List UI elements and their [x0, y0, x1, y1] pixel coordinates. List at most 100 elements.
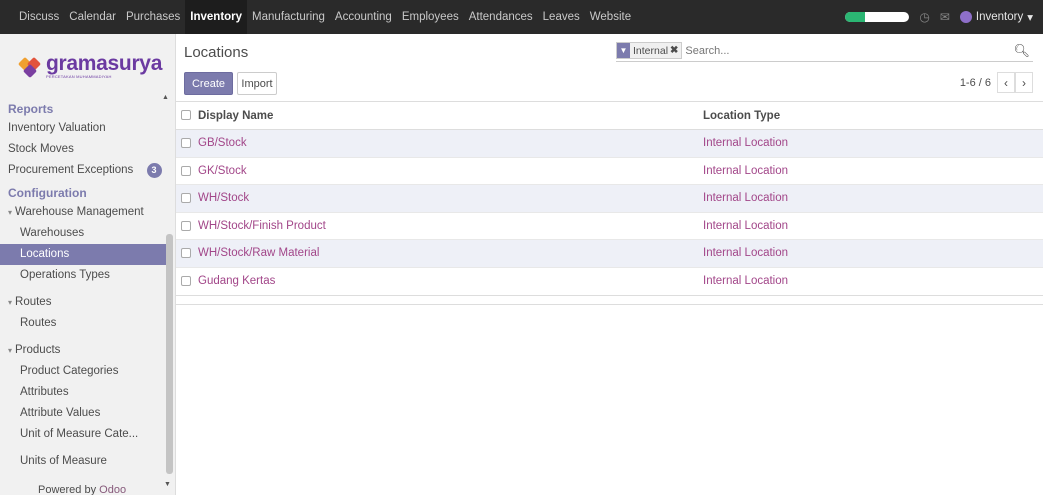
sidebar-item-routes[interactable]: Routes — [0, 313, 170, 334]
user-menu[interactable]: Inventory ▾ — [959, 10, 1033, 24]
pager: 1-6 / 6 ‹ › — [960, 72, 1033, 93]
scroll-down-icon[interactable]: ▼ — [164, 481, 171, 488]
sidebar: gramasurya PERCETAKAN MUHAMMADIYAH ▲ Rep… — [0, 34, 176, 495]
search-input[interactable] — [685, 41, 1014, 60]
progress-fill — [845, 12, 865, 22]
sidebar-item-uom-categories[interactable]: Unit of Measure Cate... — [0, 424, 170, 445]
table-row[interactable]: WH/Stock/Raw Material Internal Location — [176, 239, 1043, 267]
cell-location-type[interactable]: Internal Location — [703, 156, 1043, 185]
cell-display-name[interactable]: WH/Stock/Finish Product — [198, 211, 703, 240]
user-menu-label: Inventory — [975, 11, 1024, 23]
create-button[interactable]: Create — [184, 72, 233, 95]
pager-value[interactable]: 1-6 / 6 — [960, 77, 991, 89]
page-title: Locations — [184, 44, 249, 61]
select-all-checkbox[interactable] — [181, 110, 191, 121]
logo-name: gramasurya — [46, 52, 163, 75]
powered-by: Powered by Odoo — [38, 484, 126, 495]
table-row[interactable]: GB/Stock Internal Location — [176, 129, 1043, 157]
sidebar-item-stock-moves[interactable]: Stock Moves — [0, 139, 170, 160]
menu-inventory[interactable]: Inventory — [185, 0, 248, 34]
cell-display-name[interactable]: GB/Stock — [198, 129, 703, 157]
sidebar-item-label: Procurement Exceptions — [8, 164, 134, 176]
menu-manufacturing[interactable]: Manufacturing — [247, 0, 330, 34]
cell-location-type[interactable]: Internal Location — [703, 239, 1043, 267]
row-checkbox[interactable] — [181, 165, 191, 176]
sidebar-item-locations[interactable]: Locations — [0, 244, 170, 265]
menu-calendar[interactable]: Calendar — [64, 0, 121, 34]
remove-facet-icon[interactable]: ✖ — [670, 45, 681, 56]
table-row[interactable]: WH/Stock Internal Location — [176, 184, 1043, 212]
sidebar-section-reports[interactable]: Reports — [0, 100, 170, 118]
avatar — [959, 11, 972, 23]
count-badge: 3 — [146, 163, 162, 178]
facet-value: Internal — [633, 44, 669, 57]
sidebar-item-label: Warehouse Management — [15, 206, 144, 218]
row-checkbox[interactable] — [181, 248, 191, 259]
menu-accounting[interactable]: Accounting — [330, 0, 397, 34]
sidebar-group-warehouse-management[interactable]: ▾ Warehouse Management — [0, 202, 170, 223]
systray: ◷ ✉ Inventory ▾ — [845, 0, 1033, 34]
sidebar-item-procurement-exceptions[interactable]: Procurement Exceptions 3 — [0, 160, 170, 181]
table-header-row: Display Name Location Type — [176, 102, 1043, 130]
caret-down-icon: ▾ — [8, 208, 13, 217]
search-icon[interactable]: 🔍︎ — [1013, 43, 1033, 59]
row-checkbox[interactable] — [181, 138, 191, 149]
sidebar-group-products[interactable]: ▾ Products — [0, 340, 170, 361]
sidebar-item-warehouses[interactable]: Warehouses — [0, 223, 170, 244]
caret-down-icon: ▾ — [8, 346, 13, 355]
menu-attendances[interactable]: Attendances — [464, 0, 538, 34]
sidebar-item-attribute-values[interactable]: Attribute Values — [0, 403, 170, 424]
sidebar-scrollbar[interactable] — [166, 234, 173, 474]
sidebar-item-units-of-measure[interactable]: Units of Measure — [0, 451, 170, 472]
company-logo[interactable]: gramasurya PERCETAKAN MUHAMMADIYAH — [17, 46, 170, 86]
cell-location-type[interactable]: Internal Location — [703, 184, 1043, 212]
control-panel: Locations Create Import ▼ Internal ✖ 🔍︎ … — [176, 34, 1043, 102]
top-navbar: Discuss Calendar Purchases Inventory Man… — [0, 0, 1043, 34]
cell-display-name[interactable]: WH/Stock — [198, 184, 703, 212]
sidebar-item-label: Routes — [15, 296, 52, 308]
menu-leaves[interactable]: Leaves — [538, 0, 585, 34]
app-menu: Discuss Calendar Purchases Inventory Man… — [0, 0, 636, 34]
column-header-location-type[interactable]: Location Type — [703, 102, 1043, 130]
cell-display-name[interactable]: GK/Stock — [198, 156, 703, 185]
locations-table: Display Name Location Type GB/Stock Inte… — [176, 102, 1043, 295]
search-facet[interactable]: ▼ Internal ✖ — [616, 42, 683, 59]
powered-by-text: Powered by — [38, 484, 97, 495]
cell-location-type[interactable]: Internal Location — [703, 129, 1043, 157]
pager-previous-button[interactable]: ‹ — [997, 72, 1015, 93]
menu-website[interactable]: Website — [585, 0, 636, 34]
sidebar-item-product-categories[interactable]: Product Categories — [0, 361, 170, 382]
caret-down-icon: ▾ — [8, 298, 13, 307]
row-checkbox[interactable] — [181, 220, 191, 231]
filter-icon: ▼ — [617, 43, 630, 58]
sidebar-item-operations-types[interactable]: Operations Types — [0, 265, 170, 286]
cell-display-name[interactable]: Gudang Kertas — [198, 266, 703, 295]
sidebar-item-inventory-valuation[interactable]: Inventory Valuation — [0, 118, 170, 139]
table-footer — [176, 294, 1043, 305]
menu-discuss[interactable]: Discuss — [14, 0, 64, 34]
row-checkbox[interactable] — [181, 193, 191, 204]
cell-display-name[interactable]: WH/Stock/Raw Material — [198, 239, 703, 267]
progress-indicator[interactable] — [845, 12, 910, 22]
chat-icon[interactable]: ✉ — [940, 10, 950, 24]
table-row[interactable]: Gudang Kertas Internal Location — [176, 266, 1043, 295]
import-button[interactable]: Import — [237, 72, 277, 95]
table-row[interactable]: WH/Stock/Finish Product Internal Locatio… — [176, 211, 1043, 240]
chevron-down-icon: ▾ — [1027, 12, 1033, 24]
column-header-display-name[interactable]: Display Name — [198, 102, 703, 130]
cell-location-type[interactable]: Internal Location — [703, 211, 1043, 240]
search-bar: ▼ Internal ✖ 🔍︎ — [616, 40, 1033, 62]
sidebar-item-attributes[interactable]: Attributes — [0, 382, 170, 403]
clock-icon[interactable]: ◷ — [919, 10, 929, 24]
row-checkbox[interactable] — [181, 275, 191, 286]
table-row[interactable]: GK/Stock Internal Location — [176, 156, 1043, 185]
logo-tagline: PERCETAKAN MUHAMMADIYAH — [46, 74, 112, 79]
cell-location-type[interactable]: Internal Location — [703, 266, 1043, 295]
pager-next-button[interactable]: › — [1015, 72, 1033, 93]
menu-purchases[interactable]: Purchases — [121, 0, 185, 34]
sidebar-section-configuration[interactable]: Configuration — [0, 184, 170, 202]
sidebar-menu: Reports Inventory Valuation Stock Moves … — [0, 100, 170, 472]
sidebar-group-routes[interactable]: ▾ Routes — [0, 292, 170, 313]
odoo-link[interactable]: Odoo — [99, 484, 126, 495]
menu-employees[interactable]: Employees — [397, 0, 464, 34]
